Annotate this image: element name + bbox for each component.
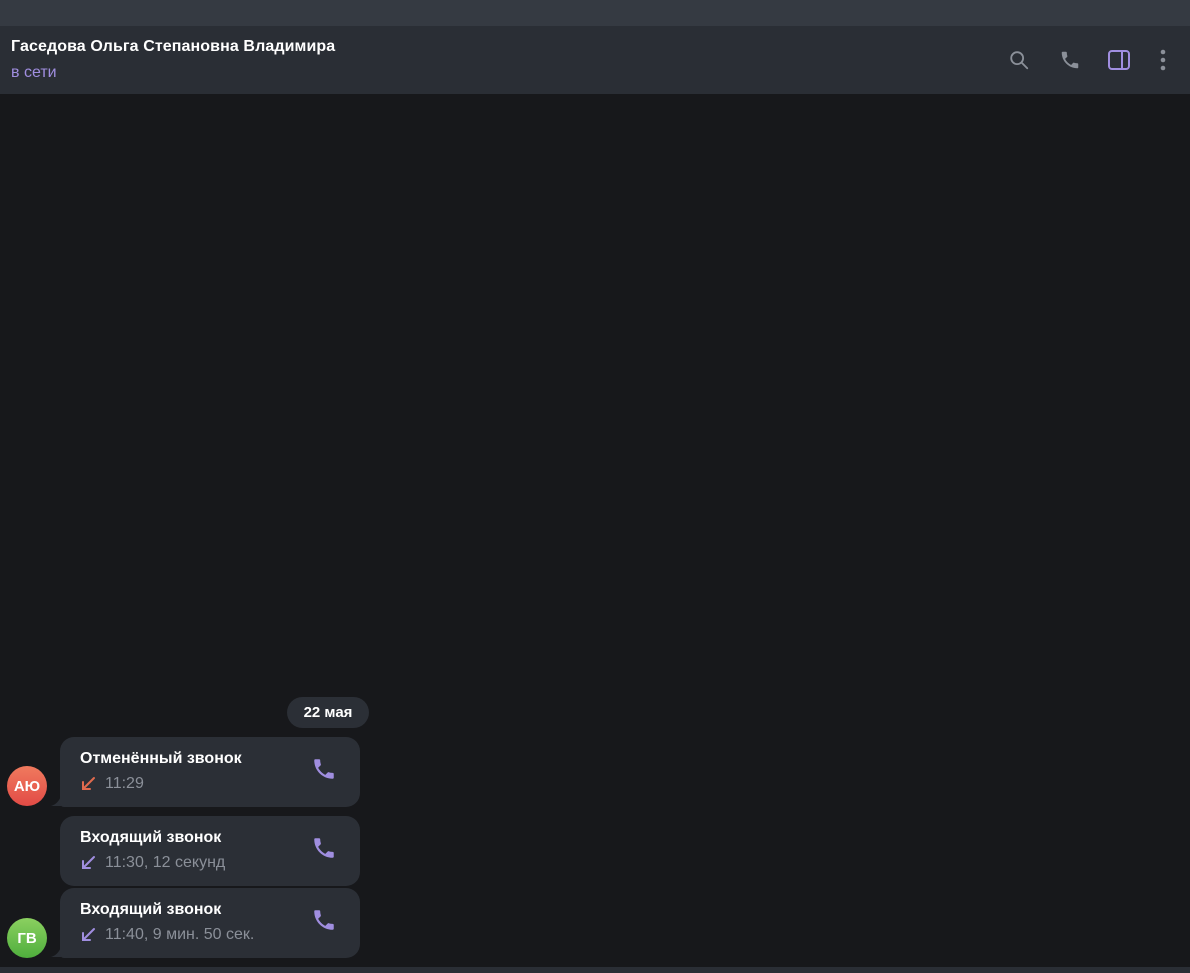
composer-edge bbox=[0, 967, 1190, 973]
incoming-arrow-icon bbox=[80, 926, 98, 944]
more-vertical-icon bbox=[1160, 49, 1166, 71]
call-time: 11:30, 12 секунд bbox=[105, 854, 226, 871]
search-button[interactable] bbox=[1005, 46, 1033, 74]
phone-icon bbox=[1059, 49, 1081, 71]
toggle-sidebar-button[interactable] bbox=[1105, 46, 1133, 74]
call-back-button[interactable] bbox=[310, 908, 338, 936]
avatar[interactable]: АЮ bbox=[7, 766, 47, 806]
call-meta: 11:40, 9 мин. 50 сек. bbox=[80, 925, 254, 945]
call-time: 11:29 bbox=[105, 775, 144, 792]
chat-title[interactable]: Гаседова Ольга Степановна Владимира bbox=[11, 38, 335, 56]
call-back-button[interactable] bbox=[310, 757, 338, 785]
sidebar-panel-icon bbox=[1107, 49, 1131, 71]
call-back-button[interactable] bbox=[310, 836, 338, 864]
incoming-arrow-icon bbox=[80, 854, 98, 872]
call-message[interactable]: Входящий звонок 11:40, 9 мин. 50 сек. bbox=[60, 888, 360, 958]
call-button[interactable] bbox=[1056, 46, 1084, 74]
call-title: Отменённый звонок bbox=[80, 750, 242, 767]
call-title: Входящий звонок bbox=[80, 901, 222, 918]
call-time: 11:40, 9 мин. 50 сек. bbox=[105, 926, 255, 943]
chat-header: Гаседова Ольга Степановна Владимира в се… bbox=[0, 26, 1190, 94]
window-top-strip bbox=[0, 0, 1190, 26]
chat-status: в сети bbox=[11, 64, 57, 81]
avatar[interactable]: ГВ bbox=[7, 918, 47, 958]
call-meta: 11:29 bbox=[80, 774, 144, 794]
call-message[interactable]: Входящий звонок 11:30, 12 секунд bbox=[60, 816, 360, 886]
incoming-arrow-icon bbox=[80, 775, 98, 793]
phone-icon bbox=[311, 907, 337, 938]
date-separator: 22 мая bbox=[287, 697, 369, 728]
call-meta: 11:30, 12 секунд bbox=[80, 853, 225, 873]
phone-icon bbox=[311, 835, 337, 866]
call-title: Входящий звонок bbox=[80, 829, 222, 846]
more-button[interactable] bbox=[1149, 46, 1177, 74]
phone-icon bbox=[311, 756, 337, 787]
search-icon bbox=[1008, 49, 1030, 71]
call-message[interactable]: Отменённый звонок 11:29 bbox=[60, 737, 360, 807]
